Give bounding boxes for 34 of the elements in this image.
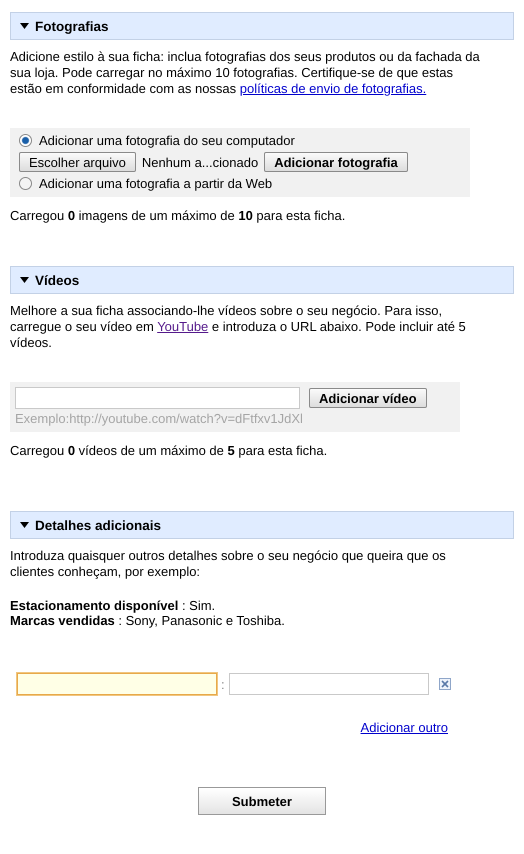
add-video-button[interactable]: Adicionar vídeo <box>309 388 427 408</box>
section-header[interactable]: Detalhes adicionais <box>10 511 514 539</box>
option-label: Adicionar uma fotografia a partir da Web <box>39 176 272 191</box>
section-title: Fotografias <box>35 18 109 34</box>
section-title: Detalhes adicionais <box>35 518 162 532</box>
separator-text: : <box>221 676 225 692</box>
add-another-link[interactable]: Adicionar outro <box>360 720 448 735</box>
intro-text: Melhore a sua ficha associando-lhe vídeos sobre o seu negócio. Para isso, carregue o seu vídeo em YouTube e introduza o URL abaixo. Pode incluir até 5 vídeos. <box>10 303 467 351</box>
upload-count-text: Carregou 0 imagens de um máximo de 10 para esta ficha. <box>10 208 346 224</box>
video-url-field[interactable] <box>15 387 300 409</box>
option-label: Adicionar uma fotografia do seu computador <box>39 133 295 148</box>
intro-text: Adicione estilo à sua ficha: inclua fotografias dos seus produtos ou da fachada da sua loja. Pode carregar no máximo 10 fotografias. Certifique-se de que estas estão em conformidade com as nossas políticas de envio de fotografias. <box>10 49 481 97</box>
triangle-icon <box>20 23 29 29</box>
add-photo-button[interactable]: Adicionar fotografia <box>264 152 408 172</box>
example-text: Marcas vendidas : Sony, Panasonic e Toshiba. <box>10 613 286 628</box>
section-header[interactable]: Fotografias <box>10 12 514 40</box>
detail-value-field[interactable] <box>228 673 429 695</box>
triangle-icon <box>20 522 29 528</box>
choose-file-button[interactable]: Escolher arquivo <box>19 152 136 172</box>
intro-text: Introduza quaisquer outros detalhes sobre o seu negócio que queira que os clientes conheçam, por exemplo: <box>10 548 447 580</box>
submit-button[interactable]: Submeter <box>198 787 326 815</box>
close-icon[interactable] <box>438 678 451 690</box>
policy-link[interactable]: políticas de envio de fotografias. <box>240 81 426 96</box>
file-name-text: Nenhum a...cionado <box>142 154 258 170</box>
example-text: Estacionamento disponível : Sim. <box>10 598 216 613</box>
section-title: Vídeos <box>35 272 80 288</box>
radio-button[interactable] <box>19 134 32 147</box>
radio-button[interactable] <box>19 177 32 190</box>
upload-count-text: Carregou 0 vídeos de um máximo de 5 para esta ficha. <box>10 443 328 459</box>
detail-name-field[interactable] <box>17 673 217 695</box>
policy-link[interactable]: YouTube <box>157 319 208 334</box>
example-hint-text: Exemplo:http://youtube.com/watch?v=dFtfxv1JdXl <box>15 411 304 426</box>
triangle-icon <box>20 277 29 283</box>
section-header[interactable]: Vídeos <box>10 266 514 294</box>
